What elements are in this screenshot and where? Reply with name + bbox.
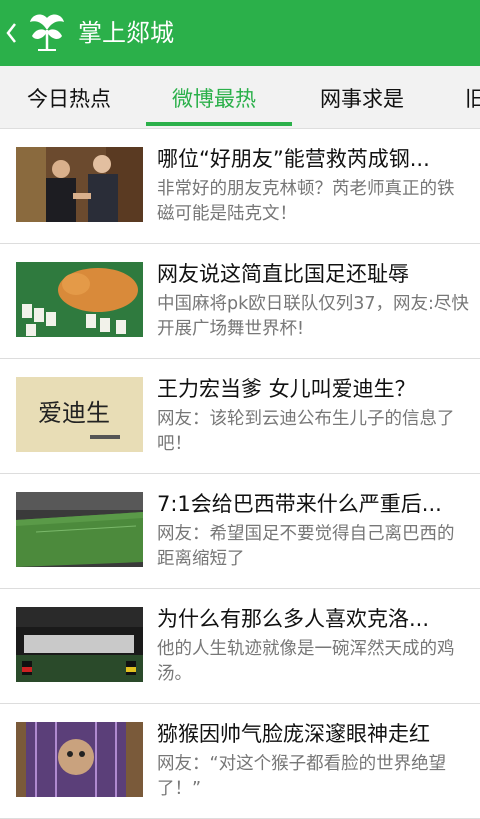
app-title: 掌上郯城 <box>78 19 174 47</box>
article-title: 哪位“好朋友”能营救芮成钢... <box>157 147 430 171</box>
article-summary: 非常好的朋友克林顿？芮老师真正的铁磁可能是陆克文！ <box>157 179 455 224</box>
article-title: 王力宏当爹 女儿叫爱迪生？ <box>157 377 416 401</box>
article-thumbnail <box>16 147 143 222</box>
article-thumbnail <box>16 607 143 682</box>
article-title: 网友说这简直比国足还耻辱 <box>157 262 409 286</box>
tab-weibo-hottest[interactable]: 微博最热 <box>172 66 256 128</box>
article-summary: 他的人生轨迹就像是一碗浑然天成的鸡汤。 <box>157 639 455 684</box>
article-summary: 网友：该轮到云迪公布生儿子的信息了吧！ <box>157 409 455 454</box>
article-title: 为什么有那么多人喜欢克洛... <box>157 607 430 631</box>
article-summary: 网友：希望国足不要觉得自己离巴西的距离缩短了 <box>157 524 455 569</box>
article-summary: 网友：“对这个猴子都看脸的世界绝望了！” <box>157 754 447 799</box>
article-item[interactable]: 7:1会给巴西带来什么严重后... 网友：希望国足不要觉得自己离巴西的距离缩短了 <box>0 474 480 589</box>
article-thumbnail <box>16 262 143 337</box>
article-item[interactable]: 为什么有那么多人喜欢克洛... 他的人生轨迹就像是一碗浑然天成的鸡汤。 <box>0 589 480 704</box>
ginkgo-logo-icon <box>24 10 70 56</box>
article-item[interactable]: 爱迪生 王力宏当爹 女儿叫爱迪生？ 网友：该轮到云迪公布生儿子的信息了吧！ <box>0 359 480 474</box>
article-list: 哪位“好朋友”能营救芮成钢... 非常好的朋友克林顿？芮老师真正的铁磁可能是陆克… <box>0 129 480 819</box>
article-item[interactable]: 哪位“好朋友”能营救芮成钢... 非常好的朋友克林顿？芮老师真正的铁磁可能是陆克… <box>0 129 480 244</box>
tab-web-truth[interactable]: 网事求是 <box>320 66 404 128</box>
category-tabs: 今日热点 微博最热 网事求是 旧 <box>0 66 480 129</box>
article-thumbnail: 爱迪生 <box>16 377 143 452</box>
app-header: 掌上郯城 <box>0 0 480 66</box>
tab-partial-next[interactable]: 旧 <box>465 66 480 128</box>
article-title: 7:1会给巴西带来什么严重后... <box>157 492 442 516</box>
article-thumbnail <box>16 492 143 567</box>
back-chevron-icon[interactable] <box>4 20 20 46</box>
calligraphy-text: 爱迪生 <box>38 399 110 427</box>
article-summary: 中国麻将pk欧日联队仅列37，网友:尽快开展广场舞世界杯! <box>157 294 469 339</box>
article-item[interactable]: 网友说这简直比国足还耻辱 中国麻将pk欧日联队仅列37，网友:尽快开展广场舞世界… <box>0 244 480 359</box>
article-thumbnail <box>16 722 143 797</box>
tab-today-hot[interactable]: 今日热点 <box>27 66 111 128</box>
article-title: 猕猴因帅气脸庞深邃眼神走红 <box>157 722 430 746</box>
article-item[interactable]: 猕猴因帅气脸庞深邃眼神走红 网友：“对这个猴子都看脸的世界绝望了！” <box>0 704 480 819</box>
active-tab-indicator <box>146 122 292 126</box>
